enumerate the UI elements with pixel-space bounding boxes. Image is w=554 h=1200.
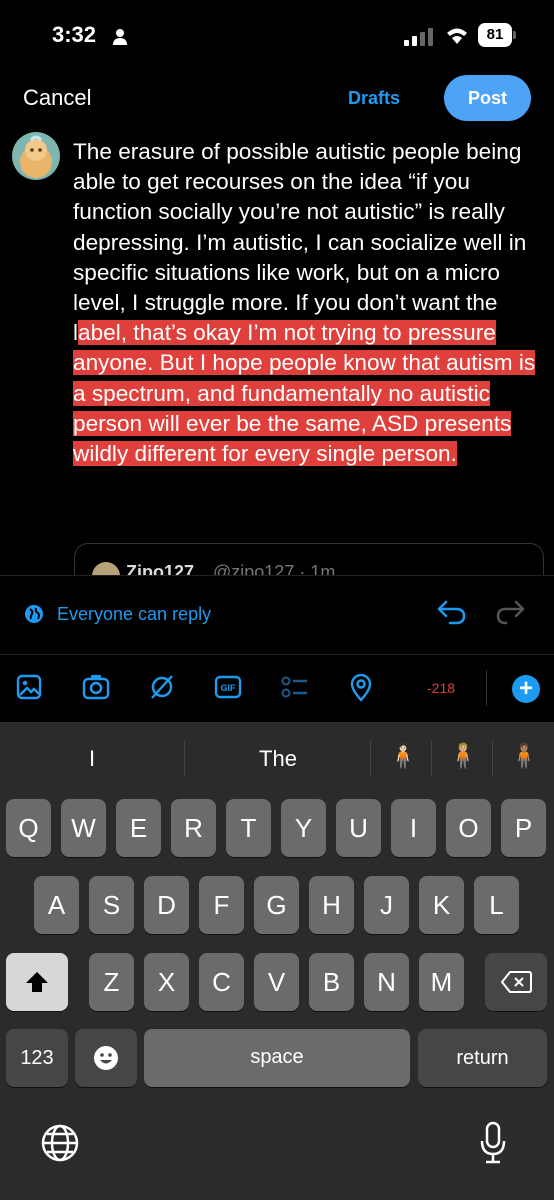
shift-icon [26, 972, 48, 992]
cellular-signal-icon [404, 28, 433, 46]
backspace-icon [500, 971, 532, 993]
tweet-text-selected: abel, that’s okay I’m not trying to pres… [73, 320, 536, 467]
emoji-suggestion-2[interactable]: 🧍🏼 [448, 742, 478, 771]
svg-text:GIF: GIF [221, 683, 237, 693]
microphone-icon[interactable] [479, 1121, 507, 1165]
key-j[interactable]: J [364, 876, 409, 934]
globe-keyboard-icon[interactable] [40, 1123, 80, 1163]
image-icon[interactable] [16, 674, 42, 700]
globe-icon[interactable] [24, 604, 44, 624]
key-a[interactable]: A [34, 876, 79, 934]
key-e[interactable]: E [116, 799, 161, 857]
status-time: 3:32 [52, 22, 97, 47]
drafts-button[interactable]: Drafts [348, 88, 400, 109]
key-b[interactable]: B [309, 953, 354, 1011]
key-h[interactable]: H [309, 876, 354, 934]
key-t[interactable]: T [226, 799, 271, 857]
undo-icon[interactable] [436, 598, 468, 626]
key-g[interactable]: G [254, 876, 299, 934]
key-u[interactable]: U [336, 799, 381, 857]
add-thread-button[interactable]: + [512, 675, 540, 703]
grok-icon[interactable] [149, 674, 175, 700]
toolbar-separator [486, 670, 487, 706]
reply-setting-button[interactable]: Everyone can reply [57, 604, 211, 625]
post-button[interactable]: Post [444, 75, 531, 121]
space-key[interactable]: space [144, 1029, 410, 1087]
key-s[interactable]: S [89, 876, 134, 934]
key-y[interactable]: Y [281, 799, 326, 857]
avatar[interactable] [12, 132, 60, 180]
key-f[interactable]: F [199, 876, 244, 934]
key-c[interactable]: C [199, 953, 244, 1011]
key-z[interactable]: Z [89, 953, 134, 1011]
key-p[interactable]: P [501, 799, 546, 857]
avatar-image [12, 132, 60, 180]
key-v[interactable]: V [254, 953, 299, 1011]
reply-bar-background [0, 575, 554, 605]
suggestion-separator [431, 740, 432, 776]
return-key[interactable]: return [418, 1029, 547, 1087]
key-l[interactable]: L [474, 876, 519, 934]
tweet-text-input[interactable]: The erasure of possible autistic people … [73, 137, 543, 469]
key-n[interactable]: N [364, 953, 409, 1011]
key-x[interactable]: X [144, 953, 189, 1011]
location-icon[interactable] [349, 674, 373, 702]
key-o[interactable]: O [446, 799, 491, 857]
emoji-suggestion-1[interactable]: 🧍🏻 [388, 742, 418, 771]
suggestion-separator [492, 740, 493, 776]
delete-key[interactable] [485, 953, 547, 1011]
key-q[interactable]: Q [6, 799, 51, 857]
character-counter: -218 [427, 680, 456, 696]
poll-icon[interactable] [281, 674, 309, 700]
key-d[interactable]: D [144, 876, 189, 934]
emoji-suggestion-3[interactable]: 🧍🏽 [509, 742, 539, 771]
suggestion-2[interactable]: The [226, 746, 330, 772]
camera-icon[interactable] [82, 674, 110, 700]
suggestion-separator [370, 740, 371, 776]
key-m[interactable]: M [419, 953, 464, 1011]
divider [0, 575, 554, 576]
cancel-button[interactable]: Cancel [23, 85, 91, 111]
person-icon [113, 29, 127, 45]
shift-key[interactable] [6, 953, 68, 1011]
gif-icon[interactable]: GIF [214, 674, 242, 700]
key-r[interactable]: R [171, 799, 216, 857]
wifi-icon [447, 28, 467, 44]
battery-tip [513, 31, 516, 39]
suggestion-separator [184, 740, 185, 776]
battery-indicator: 81 [478, 23, 512, 47]
key-w[interactable]: W [61, 799, 106, 857]
numbers-key[interactable]: 123 [6, 1029, 68, 1087]
emoji-face-icon [94, 1046, 118, 1070]
key-k[interactable]: K [419, 876, 464, 934]
suggestion-1[interactable]: I [40, 746, 144, 772]
redo-icon[interactable] [494, 598, 526, 626]
tweet-text-plain: The erasure of possible autistic people … [73, 139, 527, 346]
divider [0, 654, 554, 655]
key-i[interactable]: I [391, 799, 436, 857]
emoji-key[interactable] [75, 1029, 137, 1087]
